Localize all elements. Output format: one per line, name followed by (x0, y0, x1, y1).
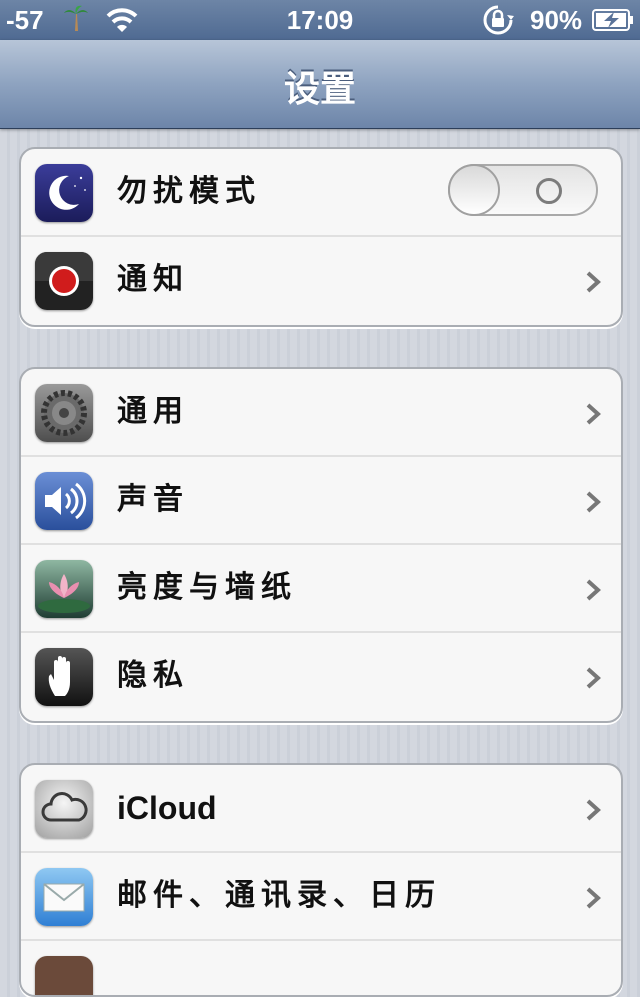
page-title: 设置 (283, 68, 356, 110)
setting-label: 隐私 (117, 658, 189, 693)
setting-label: 亮度与墙纸 (117, 570, 297, 605)
setting-row-icloud[interactable]: iCloud (21, 765, 621, 853)
setting-label: 通知 (117, 262, 189, 297)
gear-icon (35, 384, 93, 442)
battery-charging-icon (592, 9, 633, 31)
setting-label: iCloud (117, 790, 217, 826)
settings-group-1: 勿扰模式 通知 (19, 147, 623, 327)
chevron-right-icon (586, 271, 601, 293)
chevron-right-icon (586, 799, 601, 821)
app-icon (35, 956, 93, 995)
chevron-right-icon (586, 579, 601, 601)
status-bar: -57 17:09 90% (0, 0, 640, 40)
settings-group-3: iCloud 邮件、通讯录、日历 (19, 763, 623, 997)
setting-row-brightness-wallpaper[interactable]: 亮度与墙纸 (21, 545, 621, 633)
toggle-knob[interactable] (448, 164, 500, 216)
setting-label: 邮件、通讯录、日历 (117, 878, 441, 913)
lotus-wallpaper-icon (35, 560, 93, 618)
setting-label: 通用 (117, 394, 189, 429)
setting-row-do-not-disturb[interactable]: 勿扰模式 (21, 149, 621, 237)
speaker-icon (35, 472, 93, 530)
setting-label: 勿扰模式 (117, 174, 261, 209)
chevron-right-icon (586, 491, 601, 513)
chevron-right-icon (586, 887, 601, 909)
hand-icon (35, 648, 93, 706)
mail-icon (35, 868, 93, 926)
setting-row-privacy[interactable]: 隐私 (21, 633, 621, 721)
settings-group-2: 通用 声音 亮度与墙纸 隐私 (19, 367, 623, 723)
navigation-bar: 设置 (0, 40, 640, 129)
setting-label: 声音 (117, 482, 189, 517)
rotation-lock-icon (483, 5, 514, 35)
cloud-icon (35, 780, 93, 838)
do-not-disturb-toggle[interactable] (448, 164, 598, 216)
setting-row-general[interactable]: 通用 (21, 369, 621, 457)
setting-row-sounds[interactable]: 声音 (21, 457, 621, 545)
chevron-right-icon (586, 667, 601, 689)
setting-row-notifications[interactable]: 通知 (21, 237, 621, 325)
battery-percent: 90% (530, 5, 583, 35)
chevron-right-icon (586, 403, 601, 425)
off-indicator-icon (536, 178, 562, 204)
moon-icon (35, 164, 93, 222)
notifications-icon (35, 252, 93, 310)
setting-row-next-partial[interactable] (21, 941, 621, 995)
setting-row-mail-contacts-calendars[interactable]: 邮件、通讯录、日历 (21, 853, 621, 941)
